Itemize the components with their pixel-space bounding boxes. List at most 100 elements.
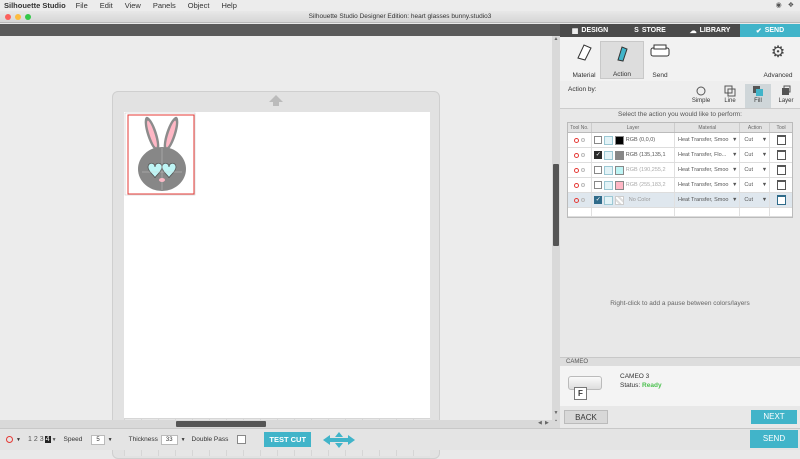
send-panel: ▦ DESIGN S STORE ☁ LIBRARY ✔ SEND Material A… [560, 24, 800, 428]
dropdown-arrow-icon[interactable]: ▼ [762, 167, 767, 173]
close-window-button[interactable] [5, 14, 11, 20]
mode-simple[interactable]: Simple [688, 84, 714, 108]
speed-input[interactable]: 5 [91, 434, 105, 445]
color-swatch [614, 180, 624, 190]
back-button[interactable]: BACK [564, 410, 608, 424]
menu-file[interactable]: File [76, 1, 88, 10]
action-value[interactable]: Cut [744, 167, 753, 173]
scroll-left-icon[interactable]: ◀ [538, 420, 542, 426]
device-panel[interactable]: F CAMEO 3 Status: Ready [560, 366, 800, 406]
table-header: Tool No. Layer Material Action Tool [568, 123, 792, 133]
dropdown-arrow-icon[interactable]: ▼ [732, 182, 737, 188]
zoom-small-icon[interactable]: ▪ [552, 418, 560, 424]
row-checkbox[interactable] [593, 196, 602, 204]
action-value[interactable]: Cut [744, 152, 753, 158]
row-checkbox[interactable] [593, 166, 602, 174]
tool-circle-icon [6, 436, 13, 443]
scroll-down-icon[interactable]: ▼ [552, 410, 560, 416]
feed-up-arrow-icon[interactable] [269, 95, 283, 102]
minimize-window-button[interactable] [15, 14, 21, 20]
chevron-down-icon: ▼ [51, 436, 57, 443]
material-value[interactable]: Heat Transfer, Smoo [678, 197, 728, 203]
table-row[interactable]: RGB (190,255,2 Heat Transfer, Smoo ▼ Cut ▼ [568, 163, 792, 178]
chevron-down-icon[interactable]: ▼ [181, 437, 186, 443]
layer-label: RGB (190,255,2 [625, 167, 666, 173]
tool-circle-icon [573, 182, 579, 188]
next-button[interactable]: NEXT [751, 410, 797, 424]
subtab-advanced[interactable]: ⚙ Advanced [756, 41, 800, 79]
thickness-input[interactable]: 33 [160, 434, 178, 445]
tab-design[interactable]: ▦ DESIGN [560, 24, 620, 37]
dropdown-arrow-icon[interactable]: ▼ [762, 137, 767, 143]
material-value[interactable]: Heat Transfer, Smoo [678, 137, 728, 143]
clock-icon[interactable]: ◉ [776, 1, 782, 9]
table-row[interactable]: RGB (135,135,1 Heat Transfer, Flo... ▼ Cu… [568, 148, 792, 163]
tool-holder-icon[interactable] [776, 135, 786, 145]
dropdown-arrow-icon[interactable]: ▼ [732, 197, 737, 203]
speed-label: Speed [63, 436, 83, 443]
tab-send[interactable]: ✔ SEND [740, 24, 800, 37]
device-section-header: CAMEO [560, 357, 800, 366]
material-value[interactable]: Heat Transfer, Smoo [678, 182, 728, 188]
mode-fill[interactable]: Fill [745, 84, 771, 108]
table-row[interactable]: No Color Heat Transfer, Smoo ▼ Cut ▼ [568, 193, 792, 208]
bunny-design[interactable] [138, 115, 186, 191]
chevron-down-icon[interactable]: ▼ [108, 437, 113, 443]
tab-design-label: DESIGN [581, 27, 609, 34]
horizontal-scroll-thumb[interactable] [176, 421, 266, 427]
dropdown-arrow-icon[interactable]: ▼ [762, 152, 767, 158]
subtab-send[interactable]: Send [638, 41, 682, 79]
send-button[interactable]: SEND [750, 430, 798, 448]
tool-holder-icon[interactable] [776, 195, 786, 205]
scroll-right-icon[interactable]: ▶ [545, 420, 549, 426]
double-pass-checkbox[interactable] [237, 435, 247, 444]
dropdown-arrow-icon[interactable]: ▼ [732, 167, 737, 173]
dropbox-icon[interactable]: ❖ [788, 1, 794, 9]
table-row[interactable]: RGB (255,183,2 Heat Transfer, Smoo ▼ Cut ▼ [568, 178, 792, 193]
action-value[interactable]: Cut [744, 197, 753, 203]
material-value[interactable]: Heat Transfer, Flo... [678, 152, 726, 158]
tool-holder-icon[interactable] [776, 165, 786, 175]
dropdown-arrow-icon[interactable]: ▼ [762, 182, 767, 188]
dropdown-arrow-icon[interactable]: ▼ [762, 197, 767, 203]
menu-view[interactable]: View [125, 1, 141, 10]
menu-edit[interactable]: Edit [100, 1, 113, 10]
vertical-scroll-thumb[interactable] [553, 164, 559, 246]
tool-selector[interactable]: ▼ [6, 436, 21, 443]
row-checkbox[interactable] [593, 151, 602, 159]
device-info: CAMEO 3 Status: Ready [620, 372, 662, 390]
action-value[interactable]: Cut [744, 137, 753, 143]
move-arrows[interactable] [323, 431, 356, 448]
mode-layer[interactable]: Layer [773, 84, 799, 108]
color-swatch [614, 150, 624, 160]
zoom-window-button[interactable] [25, 14, 31, 20]
tool-holder-icon[interactable] [776, 150, 786, 160]
menu-panels[interactable]: Panels [153, 1, 176, 10]
gear-icon: ⚙ [770, 44, 786, 61]
dropdown-arrow-icon[interactable]: ▼ [732, 152, 737, 158]
tab-store[interactable]: S STORE [620, 24, 680, 37]
app-menu[interactable]: Silhouette Studio [4, 1, 66, 10]
row-checkbox[interactable] [593, 136, 602, 144]
table-row[interactable]: RGB (0,0,0) Heat Transfer, Smoo ▼ Cut ▼ [568, 133, 792, 148]
menu-help[interactable]: Help [221, 1, 236, 10]
device-letter-badge: F [574, 387, 587, 400]
test-cut-button[interactable]: TEST CUT [264, 432, 312, 447]
action-value[interactable]: Cut [744, 182, 753, 188]
direction-arrows-icon[interactable] [323, 431, 356, 448]
tool-holder-icon[interactable] [776, 180, 786, 190]
material-value[interactable]: Heat Transfer, Smoo [678, 167, 728, 173]
tab-library[interactable]: ☁ LIBRARY [680, 24, 740, 37]
header-tool-no: Tool No. [568, 123, 592, 132]
scroll-up-icon[interactable]: ▲ [552, 36, 560, 42]
dropdown-arrow-icon[interactable]: ▼ [732, 137, 737, 143]
vertical-scrollbar[interactable]: ▲ ▼ ▪ [552, 36, 560, 428]
horizontal-scrollbar[interactable]: ◀ ▶ [0, 420, 552, 428]
color-swatch [614, 165, 624, 175]
design-canvas[interactable] [0, 36, 552, 459]
header-layer: Layer [592, 123, 676, 132]
mode-line[interactable]: Line [717, 84, 743, 108]
passes-selector[interactable]: 1 2 3 4 ▼ [27, 436, 58, 443]
menu-object[interactable]: Object [188, 1, 210, 10]
row-checkbox[interactable] [593, 181, 602, 189]
